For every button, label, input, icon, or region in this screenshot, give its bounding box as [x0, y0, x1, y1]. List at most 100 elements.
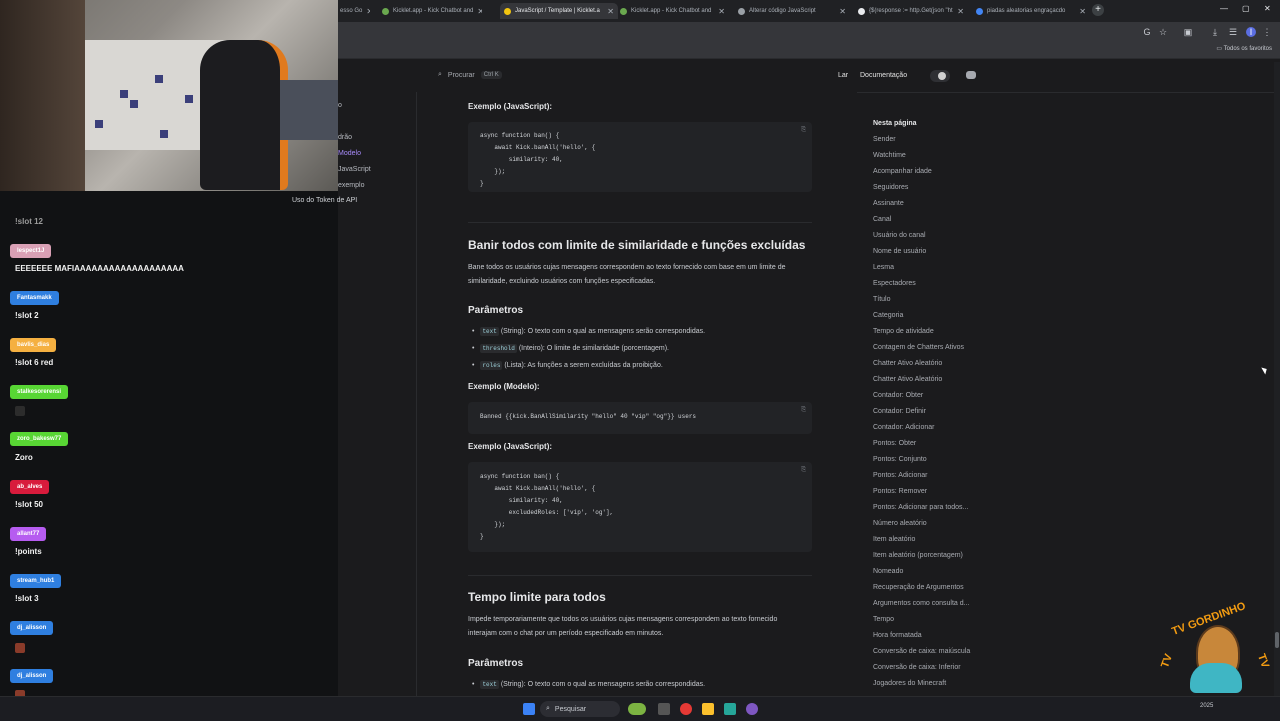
- toc-item[interactable]: Argumentos como consulta d...: [873, 600, 970, 607]
- tab-3[interactable]: Kicklet.app - Kick Chatbot and ✕: [620, 3, 725, 19]
- minimize-button[interactable]: —: [1220, 4, 1228, 13]
- toc-item[interactable]: Recuperação de Argumentos: [873, 584, 964, 591]
- task-view-icon[interactable]: [658, 703, 670, 715]
- toc-item[interactable]: Contagem de Chatters Ativos: [873, 344, 964, 351]
- google-icon: [976, 7, 983, 15]
- tab-4[interactable]: Alterar código JavaScript ✕: [738, 3, 846, 19]
- toc-item[interactable]: Seguidores: [873, 184, 908, 191]
- toc-item[interactable]: Watchtime: [873, 152, 906, 159]
- widget-icon[interactable]: [628, 703, 646, 715]
- star-icon[interactable]: ☆: [1158, 27, 1168, 37]
- theme-toggle[interactable]: [930, 70, 950, 82]
- toc-item[interactable]: Hora formatada: [873, 632, 922, 639]
- tab-1[interactable]: Kicklet.app - Kick Chatbot and ✕: [382, 3, 482, 19]
- toc-item[interactable]: Espectadores: [873, 280, 916, 287]
- copy-icon[interactable]: ⎘: [801, 126, 806, 134]
- download-icon[interactable]: ⤓: [1210, 27, 1220, 37]
- toc-item[interactable]: Lesma: [873, 264, 894, 271]
- toc-item[interactable]: Conversão de caixa: Inferior: [873, 664, 961, 671]
- toc-item[interactable]: Nome de usuário: [873, 248, 926, 255]
- toc-item[interactable]: Acompanhar idade: [873, 168, 932, 175]
- toc-item[interactable]: Pontos: Adicionar para todos...: [873, 504, 968, 511]
- translate-icon[interactable]: G: [1142, 27, 1152, 37]
- tab-2-active[interactable]: JavaScript / Template | Kicklet.a ✕: [500, 3, 618, 19]
- close-icon[interactable]: ✕: [477, 7, 482, 16]
- chat-message: !slot 6 red: [15, 358, 54, 367]
- toc-item[interactable]: Tempo: [873, 616, 894, 623]
- chat-message: Zoro: [15, 453, 33, 462]
- close-icon[interactable]: ✕: [1079, 7, 1086, 16]
- windows-start-icon[interactable]: [523, 703, 535, 715]
- scrollbar-thumb[interactable]: [1275, 632, 1279, 648]
- extensions-icon[interactable]: ▣: [1183, 27, 1193, 37]
- toc-item[interactable]: Usuário do canal: [873, 232, 926, 239]
- close-icon[interactable]: ✕: [839, 7, 846, 16]
- toc-item[interactable]: Número aleatório: [873, 520, 927, 527]
- close-icon[interactable]: ✕: [718, 7, 725, 16]
- toc-title: Nesta página: [873, 120, 917, 127]
- sidebar-item-javascript[interactable]: JavaScript: [338, 166, 371, 173]
- maximize-button[interactable]: ▢: [1242, 4, 1250, 13]
- toc-item[interactable]: Conversão de caixa: maiúscula: [873, 648, 970, 655]
- section-description: Bane todos os usuários cujas mensagens c…: [468, 264, 786, 285]
- taskbar-search[interactable]: ⌕ Pesquisar: [540, 701, 620, 717]
- tab-0[interactable]: esso Go ✕: [340, 3, 370, 19]
- sidebar-item-api-token[interactable]: Uso do Token de API: [292, 197, 357, 204]
- close-window-button[interactable]: ✕: [1264, 4, 1271, 13]
- code-line: });: [480, 168, 506, 175]
- sidebar-item[interactable]: drão: [338, 134, 352, 141]
- close-icon[interactable]: ✕: [607, 7, 614, 16]
- nav-home[interactable]: Lar: [838, 72, 848, 79]
- toc-item[interactable]: Pontos: Remover: [873, 488, 927, 495]
- close-icon[interactable]: ✕: [366, 7, 370, 16]
- webcam-curtain: [0, 0, 85, 191]
- toc-item[interactable]: Assinante: [873, 200, 904, 207]
- toc-item[interactable]: Item aleatório: [873, 536, 915, 543]
- toc-item[interactable]: Pontos: Conjunto: [873, 456, 927, 463]
- toc-item[interactable]: Pontos: Obter: [873, 440, 916, 447]
- toc-item[interactable]: Chatter Ativo Aleatório: [873, 376, 942, 383]
- toc-item[interactable]: Nomeado: [873, 568, 903, 575]
- toc-item[interactable]: Pontos: Adicionar: [873, 472, 927, 479]
- toc-item[interactable]: Jogadores do Minecraft: [873, 680, 946, 687]
- sidebar-item-modelo[interactable]: Modelo: [338, 150, 361, 157]
- chat-username: stalkesorerensi: [10, 385, 69, 399]
- toc-item[interactable]: Título: [873, 296, 891, 303]
- toc-item[interactable]: Contador: Definir: [873, 408, 926, 415]
- webcam-decor: [120, 90, 128, 98]
- search-button[interactable]: ⌕ Procurar Ctrl K: [438, 71, 502, 79]
- file-explorer-icon[interactable]: [702, 703, 714, 715]
- globe-icon: [858, 7, 865, 15]
- search-icon: ⌕: [438, 71, 442, 78]
- tab-5[interactable]: {$(response := http.Get(json "ht ✕: [858, 3, 964, 19]
- webcam-shelf: [280, 80, 338, 140]
- param-item: threshold (Inteiro): O limite de similar…: [472, 344, 669, 353]
- sidebar-item-exemplo[interactable]: exemplo: [338, 182, 364, 189]
- toc-item[interactable]: Categoria: [873, 312, 903, 319]
- nav-docs[interactable]: Documentação: [860, 72, 907, 79]
- toc-item[interactable]: Sender: [873, 136, 896, 143]
- chat-emote: [15, 643, 25, 653]
- new-tab-button[interactable]: +: [1092, 4, 1104, 16]
- menu-icon[interactable]: ⋮: [1262, 27, 1272, 37]
- toc-item[interactable]: Contador: Adicionar: [873, 424, 934, 431]
- app-icon[interactable]: [746, 703, 758, 715]
- copy-icon[interactable]: ⎘: [801, 466, 806, 474]
- globe-icon: [738, 7, 745, 15]
- toc-item[interactable]: Item aleatório (porcentagem): [873, 552, 963, 559]
- toc-item[interactable]: Contador: Obter: [873, 392, 923, 399]
- sidebar-item[interactable]: o: [338, 102, 342, 109]
- copy-icon[interactable]: ⎘: [801, 406, 806, 414]
- tab-6[interactable]: piadas aleatorias engraçacdo ✕: [976, 3, 1086, 19]
- scrollbar-track[interactable]: [1274, 62, 1280, 696]
- app-icon[interactable]: [724, 703, 736, 715]
- profile-avatar[interactable]: I: [1246, 27, 1256, 37]
- toc-item[interactable]: Canal: [873, 216, 891, 223]
- chrome-icon[interactable]: [680, 703, 692, 715]
- toc-item[interactable]: Tempo de atividade: [873, 328, 934, 335]
- all-bookmarks[interactable]: ▭ Todos os favoritos: [1216, 45, 1272, 52]
- discord-icon[interactable]: [966, 71, 976, 79]
- reading-icon[interactable]: ☰: [1228, 27, 1238, 37]
- close-icon[interactable]: ✕: [957, 7, 964, 16]
- toc-item[interactable]: Chatter Ativo Aleatório: [873, 360, 942, 367]
